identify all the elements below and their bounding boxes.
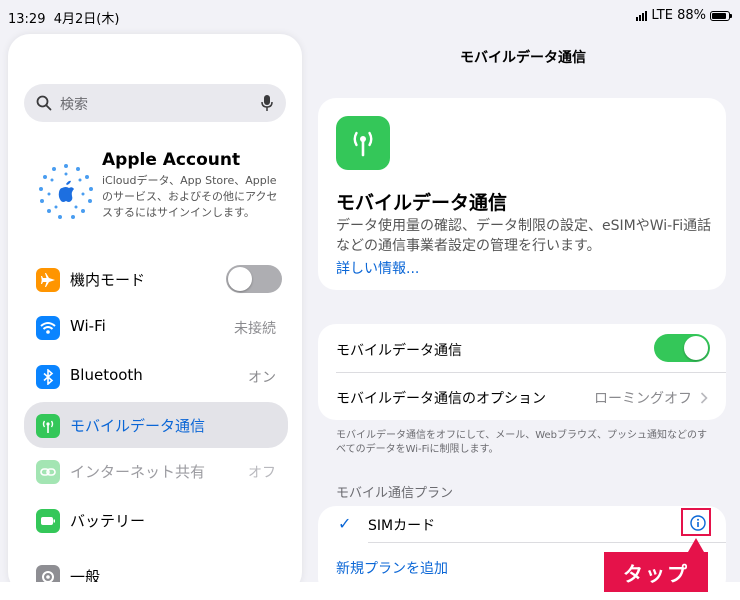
chevron-right-icon — [700, 392, 708, 404]
hero-description: データ使用量の確認、データ制限の設定、eSIMやWi-Fi通話などの通信事業者設… — [336, 218, 712, 254]
page-title: モバイルデータ通信 — [460, 50, 586, 66]
plans-section-header: モバイル通信プラン — [336, 486, 454, 501]
mobile-data-hero-card: モバイルデータ通信 データ使用量の確認、データ制限の設定、eSIMやWi-Fi通… — [318, 98, 726, 290]
sidebar-item-battery[interactable]: バッテリー — [24, 500, 288, 540]
sidebar-item-airplane-mode[interactable]: 機内モード — [24, 259, 288, 299]
sidebar-item-value: 未接続 — [234, 321, 276, 337]
apple-account-avatar-icon — [39, 164, 93, 219]
sidebar-item-value: オン — [248, 370, 276, 386]
gear-icon — [36, 565, 60, 582]
checkmark-icon: ✓ — [338, 514, 352, 533]
network-status: LTE 88% — [651, 8, 706, 23]
learn-more-link[interactable]: 詳しい情報... — [336, 258, 419, 278]
sidebar-item-general[interactable]: 一般 — [24, 556, 288, 582]
airplane-icon — [36, 268, 60, 292]
wifi-icon — [36, 316, 60, 340]
sidebar-item-wifi[interactable]: Wi-Fi 未接続 — [24, 307, 288, 347]
antenna-icon — [336, 116, 390, 170]
mobile-data-row[interactable]: モバイルデータ通信 — [318, 324, 726, 372]
sidebar-item-label: モバイルデータ通信 — [70, 417, 206, 435]
sidebar: 検索 Apple Account iCloudデータ、App Store、App… — [8, 34, 302, 582]
tap-callout-badge: タップ — [604, 552, 708, 592]
signal-icon — [636, 10, 648, 21]
sidebar-item-mobile-data[interactable]: モバイルデータ通信 — [24, 402, 288, 448]
sidebar-item-label: インターネット共有 — [70, 463, 206, 481]
antenna-icon — [36, 414, 60, 438]
mobile-data-toggle[interactable] — [654, 334, 710, 362]
tap-highlight-box — [681, 508, 711, 536]
sidebar-item-label: 一般 — [70, 568, 101, 582]
hero-title: モバイルデータ通信 — [336, 192, 508, 214]
bluetooth-icon — [36, 365, 60, 389]
divider — [368, 542, 726, 543]
mobile-data-label: モバイルデータ通信 — [336, 343, 462, 359]
mobile-data-settings-card: モバイルデータ通信 モバイルデータ通信のオプション ローミングオフ — [318, 324, 726, 420]
add-plan-link[interactable]: 新規プランを追加 — [336, 558, 448, 578]
mobile-data-footnote: モバイルデータ通信をオフにして、メール、Webブラウズ、プッシュ通知などのすべて… — [336, 430, 708, 455]
tap-callout-arrow — [688, 538, 704, 552]
sidebar-item-value: オフ — [248, 465, 276, 481]
options-value: ローミングオフ — [594, 391, 692, 407]
status-bar: 13:29 4月2日(木) LTE 88% — [0, 0, 740, 30]
battery-icon — [36, 509, 60, 533]
apple-account-row[interactable]: Apple Account iCloudデータ、App Store、Appleの… — [8, 34, 302, 254]
sidebar-item-label: バッテリー — [70, 512, 146, 530]
status-time: 13:29 4月2日(木) — [8, 12, 120, 27]
account-title: Apple Account — [102, 150, 241, 170]
sidebar-item-personal-hotspot[interactable]: インターネット共有 オフ — [24, 451, 288, 491]
plan-label: SIMカード — [368, 518, 436, 534]
status-right: LTE 88% — [636, 8, 732, 23]
sidebar-item-label: Bluetooth — [70, 366, 143, 384]
options-label: モバイルデータ通信のオプション — [336, 391, 546, 407]
plan-row-sim[interactable]: ✓ SIMカード — [318, 506, 726, 542]
sidebar-item-label: 機内モード — [70, 271, 146, 289]
battery-status-icon — [710, 10, 732, 21]
screen: 13:29 4月2日(木) LTE 88% 検索 Apple Account i… — [0, 0, 740, 582]
mobile-data-options-row[interactable]: モバイルデータ通信のオプション ローミングオフ — [318, 372, 726, 420]
airplane-mode-toggle[interactable] — [226, 265, 282, 293]
sidebar-item-label: Wi-Fi — [70, 317, 106, 335]
link-icon — [36, 460, 60, 484]
sidebar-item-bluetooth[interactable]: Bluetooth オン — [24, 356, 288, 396]
account-subtitle: iCloudデータ、App Store、Appleのサービス、およびその他にアク… — [102, 174, 278, 219]
